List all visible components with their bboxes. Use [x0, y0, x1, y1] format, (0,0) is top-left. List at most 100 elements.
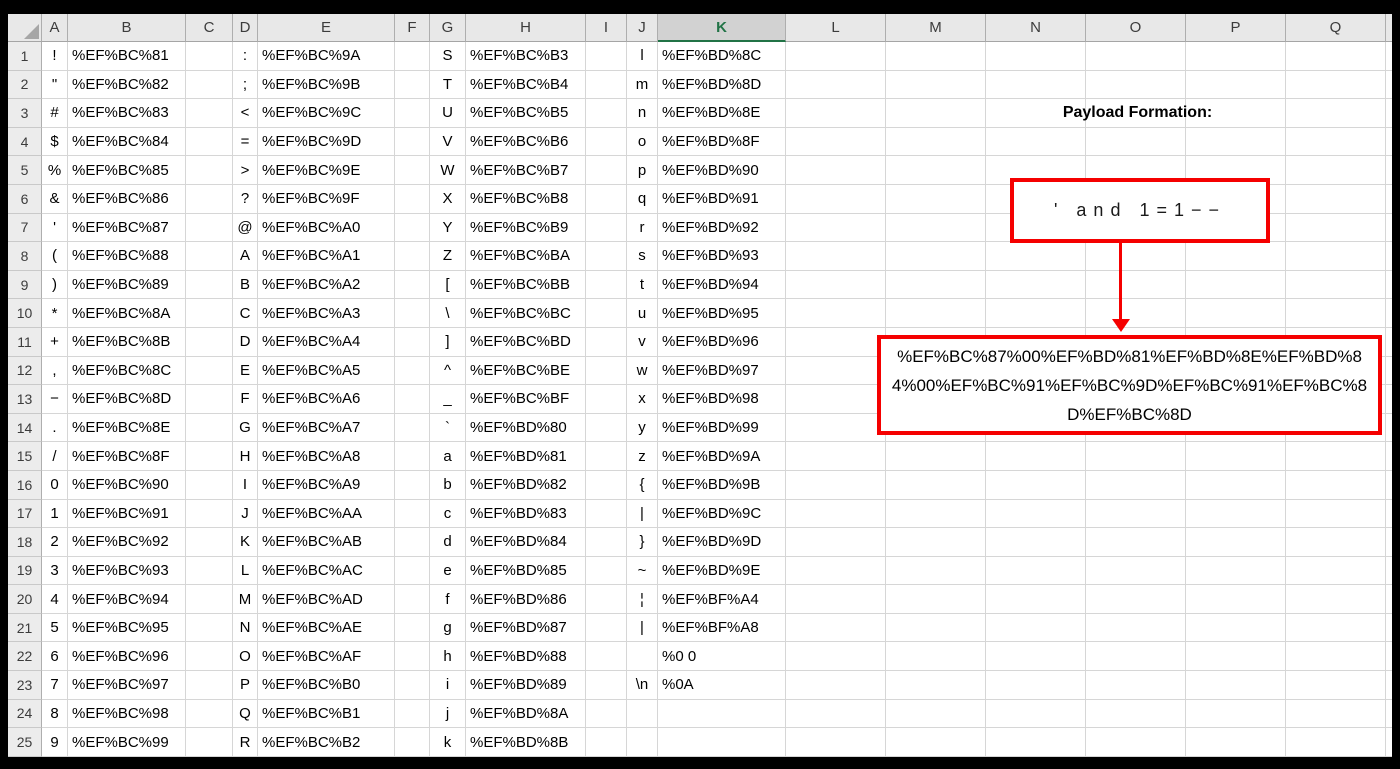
- cell-A16[interactable]: 0: [42, 470, 68, 500]
- cell-E10[interactable]: %EF%BC%A3: [258, 299, 395, 328]
- cell-K15[interactable]: %EF%BD%9A: [658, 442, 786, 471]
- cell-I5[interactable]: [586, 156, 627, 185]
- row-header-8[interactable]: 8: [8, 242, 42, 271]
- cell-A17[interactable]: 1: [42, 499, 68, 529]
- cell-L12[interactable]: [786, 356, 886, 386]
- cell-P7[interactable]: [1186, 213, 1286, 243]
- cell-A21[interactable]: 5: [42, 613, 68, 643]
- cell-G17[interactable]: c: [430, 499, 466, 529]
- cell-C4[interactable]: [186, 127, 233, 157]
- cell-I2[interactable]: [586, 70, 627, 100]
- row-header-14[interactable]: 14: [8, 413, 42, 443]
- cell-D3[interactable]: <: [233, 99, 258, 128]
- cell-I11[interactable]: [586, 327, 627, 357]
- cell-L20[interactable]: [786, 585, 886, 614]
- cell-M18[interactable]: [886, 528, 986, 557]
- cell-I3[interactable]: [586, 99, 627, 128]
- cell-I17[interactable]: [586, 499, 627, 529]
- cell-H23[interactable]: %EF%BD%89: [466, 671, 586, 700]
- row-header-13[interactable]: 13: [8, 385, 42, 414]
- cell-L23[interactable]: [786, 671, 886, 700]
- cell-C25[interactable]: [186, 728, 233, 757]
- cell-G6[interactable]: X: [430, 184, 466, 214]
- cell-P21[interactable]: [1186, 613, 1286, 643]
- row-header-3[interactable]: 3: [8, 99, 42, 128]
- cell-I19[interactable]: [586, 556, 627, 586]
- cell-L15[interactable]: [786, 442, 886, 471]
- cell-J17[interactable]: |: [627, 499, 658, 529]
- cell-Q14[interactable]: [1286, 413, 1386, 443]
- cell-Q9[interactable]: [1286, 270, 1386, 300]
- cell-L2[interactable]: [786, 70, 886, 100]
- cell-E14[interactable]: %EF%BC%A7: [258, 413, 395, 443]
- cell-F17[interactable]: [395, 499, 430, 529]
- cell-K17[interactable]: %EF%BD%9C: [658, 499, 786, 529]
- cell-Q20[interactable]: [1286, 585, 1386, 614]
- row-header-11[interactable]: 11: [8, 327, 42, 357]
- cell-B2[interactable]: %EF%BC%82: [68, 70, 186, 100]
- cell-G12[interactable]: ^: [430, 356, 466, 386]
- cell-D12[interactable]: E: [233, 356, 258, 386]
- cell-H15[interactable]: %EF%BD%81: [466, 442, 586, 471]
- select-all-corner[interactable]: [8, 14, 42, 42]
- cell-K23[interactable]: %0A: [658, 671, 786, 700]
- cell-J1[interactable]: l: [627, 42, 658, 71]
- column-header-C[interactable]: C: [186, 14, 233, 42]
- cell-Q23[interactable]: [1286, 671, 1386, 700]
- cell-L17[interactable]: [786, 499, 886, 529]
- column-header-I[interactable]: I: [586, 14, 627, 42]
- cell-E12[interactable]: %EF%BC%A5: [258, 356, 395, 386]
- cell-H8[interactable]: %EF%BC%BA: [466, 242, 586, 271]
- cell-D11[interactable]: D: [233, 327, 258, 357]
- column-header-L[interactable]: L: [786, 14, 886, 42]
- cell-J3[interactable]: n: [627, 99, 658, 128]
- cell-F3[interactable]: [395, 99, 430, 128]
- cell-A19[interactable]: 3: [42, 556, 68, 586]
- row-header-20[interactable]: 20: [8, 585, 42, 614]
- cell-K22[interactable]: %0 0: [658, 642, 786, 672]
- row-header-17[interactable]: 17: [8, 499, 42, 529]
- cell-L22[interactable]: [786, 642, 886, 672]
- cell-O8[interactable]: [1086, 242, 1186, 271]
- cell-Q16[interactable]: [1286, 470, 1386, 500]
- cell-Q13[interactable]: [1286, 385, 1386, 414]
- cell-K2[interactable]: %EF%BD%8D: [658, 70, 786, 100]
- cell-L10[interactable]: [786, 299, 886, 328]
- cell-K14[interactable]: %EF%BD%99: [658, 413, 786, 443]
- cell-C2[interactable]: [186, 70, 233, 100]
- cell-I16[interactable]: [586, 470, 627, 500]
- cell-O4[interactable]: [1086, 127, 1186, 157]
- cell-B24[interactable]: %EF%BC%98: [68, 699, 186, 729]
- cell-J20[interactable]: ¦: [627, 585, 658, 614]
- cell-H12[interactable]: %EF%BC%BE: [466, 356, 586, 386]
- cell-Q17[interactable]: [1286, 499, 1386, 529]
- cell-G15[interactable]: a: [430, 442, 466, 471]
- column-header-O[interactable]: O: [1086, 14, 1186, 42]
- cell-I8[interactable]: [586, 242, 627, 271]
- cell-K3[interactable]: %EF%BD%8E: [658, 99, 786, 128]
- cell-F24[interactable]: [395, 699, 430, 729]
- cell-P17[interactable]: [1186, 499, 1286, 529]
- cell-I18[interactable]: [586, 528, 627, 557]
- cell-C1[interactable]: [186, 42, 233, 71]
- column-header-A[interactable]: A: [42, 14, 68, 42]
- row-header-1[interactable]: 1: [8, 42, 42, 71]
- cell-J4[interactable]: o: [627, 127, 658, 157]
- cell-H20[interactable]: %EF%BD%86: [466, 585, 586, 614]
- cell-M24[interactable]: [886, 699, 986, 729]
- cell-E17[interactable]: %EF%BC%AA: [258, 499, 395, 529]
- cell-Q3[interactable]: [1286, 99, 1386, 128]
- cell-H13[interactable]: %EF%BC%BF: [466, 385, 586, 414]
- cell-C22[interactable]: [186, 642, 233, 672]
- cell-O12[interactable]: [1086, 356, 1186, 386]
- cell-Q12[interactable]: [1286, 356, 1386, 386]
- cell-M25[interactable]: [886, 728, 986, 757]
- cell-Q18[interactable]: [1286, 528, 1386, 557]
- cell-G24[interactable]: j: [430, 699, 466, 729]
- cell-J23[interactable]: \n: [627, 671, 658, 700]
- cell-O1[interactable]: [1086, 42, 1186, 71]
- cell-D5[interactable]: >: [233, 156, 258, 185]
- cell-C13[interactable]: [186, 385, 233, 414]
- cell-M5[interactable]: [886, 156, 986, 185]
- cell-M20[interactable]: [886, 585, 986, 614]
